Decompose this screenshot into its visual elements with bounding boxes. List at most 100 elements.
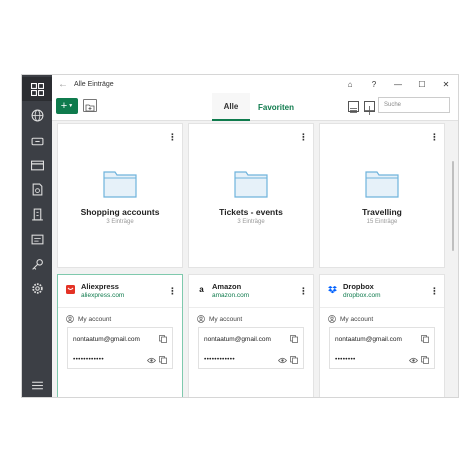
sidebar-item-bank[interactable] — [22, 129, 52, 153]
folder-title: Shopping accounts — [80, 207, 160, 217]
eye-icon[interactable] — [147, 357, 156, 364]
folder-count: 15 Einträge — [366, 219, 398, 225]
copy-icon[interactable] — [290, 356, 298, 364]
eye-icon[interactable] — [409, 357, 418, 364]
username-value: nontaatum@gmail.com — [204, 336, 271, 343]
plus-icon: + — [60, 100, 68, 112]
copy-icon[interactable] — [421, 356, 429, 364]
folder-card[interactable]: ⋮ Tickets - events 3 Einträge — [188, 123, 314, 268]
copy-icon[interactable] — [421, 335, 429, 343]
chevron-down-icon: ▼ — [68, 103, 74, 109]
dropbox-icon — [328, 285, 337, 294]
list-view-button[interactable] — [348, 101, 359, 113]
folder-icon — [365, 171, 399, 198]
entry-card-aliexpress[interactable]: Aliexpress aliexpress.com ⋮ My account n… — [57, 274, 183, 397]
entry-url[interactable]: aliexpress.com — [81, 292, 124, 299]
sidebar-item-overview[interactable] — [22, 77, 52, 101]
more-options-icon[interactable]: ⋮ — [430, 133, 439, 142]
folder-title: Travelling — [362, 207, 402, 217]
copy-icon[interactable] — [159, 335, 167, 343]
account-label: My account — [209, 315, 243, 323]
close-button[interactable]: ✕ — [434, 75, 458, 93]
copy-icon[interactable] — [159, 356, 167, 364]
sidebar-item-passwords[interactable] — [22, 252, 52, 276]
sidebar-item-documents[interactable] — [22, 177, 52, 201]
entry-card-amazon[interactable]: a Amazon amazon.com ⋮ My account nontaat… — [188, 274, 314, 397]
back-arrow-icon[interactable]: ← — [52, 79, 74, 90]
more-options-icon[interactable]: ⋮ — [430, 287, 439, 296]
entry-header: Dropbox dropbox.com ⋮ — [320, 275, 444, 308]
menu-icon — [31, 381, 43, 389]
credentials-box: nontaatum@gmail.com •••••••••••• — [67, 327, 173, 369]
account-row: My account — [328, 315, 373, 323]
window-title: Alle Einträge — [74, 80, 114, 88]
account-row: My account — [66, 315, 111, 323]
password-value: •••••••••••• — [73, 356, 104, 363]
tab-all[interactable]: Alle — [212, 93, 250, 121]
document-icon — [32, 183, 42, 195]
sidebar — [22, 75, 52, 397]
key-icon — [31, 258, 43, 270]
sidebar-item-addresses[interactable] — [22, 202, 52, 226]
entry-url[interactable]: dropbox.com — [343, 292, 381, 299]
folder-count: 3 Einträge — [237, 219, 265, 225]
sidebar-item-cards[interactable] — [22, 153, 52, 177]
entry-url[interactable]: amazon.com — [212, 292, 249, 299]
folder-count: 3 Einträge — [106, 219, 134, 225]
tab-favorites[interactable]: Favoriten — [252, 93, 300, 121]
entries-grid: ⋮ Shopping accounts 3 Einträge ⋮ Tickets… — [52, 121, 458, 397]
folder-title: Tickets - events — [219, 207, 283, 217]
aliexpress-icon — [66, 285, 75, 294]
user-icon — [66, 315, 74, 323]
sidebar-item-settings[interactable] — [22, 276, 52, 300]
folder-card[interactable]: ⋮ Travelling 15 Einträge — [319, 123, 445, 268]
username-value: nontaatum@gmail.com — [73, 336, 140, 343]
sidebar-item-notes[interactable] — [22, 227, 52, 251]
folder-icon — [103, 171, 137, 198]
entry-name: Aliexpress — [81, 282, 119, 291]
eye-icon[interactable] — [278, 357, 287, 364]
user-icon — [197, 315, 205, 323]
sidebar-menu-button[interactable] — [22, 373, 52, 397]
sidebar-item-web[interactable] — [22, 103, 52, 127]
add-entry-button[interactable]: + ▼ — [56, 98, 78, 114]
password-value: •••••••••••• — [204, 356, 235, 363]
entry-header: Aliexpress aliexpress.com ⋮ — [58, 275, 182, 308]
amazon-icon: a — [199, 285, 204, 294]
account-row: My account — [197, 315, 242, 323]
credentials-box: nontaatum@gmail.com •••••••••••• — [198, 327, 304, 369]
bank-card-icon — [31, 137, 43, 145]
scrollbar[interactable] — [452, 161, 454, 251]
entry-card-dropbox[interactable]: Dropbox dropbox.com ⋮ My account nontaat… — [319, 274, 445, 397]
account-label: My account — [78, 315, 112, 323]
building-icon — [31, 208, 43, 220]
password-value: •••••••• — [335, 356, 356, 363]
id-card-icon — [30, 160, 44, 170]
grid-view-button[interactable] — [364, 101, 375, 115]
search-input[interactable]: Suche — [378, 97, 450, 113]
new-folder-icon — [85, 104, 95, 112]
note-icon — [31, 234, 43, 244]
entry-name: Amazon — [212, 282, 242, 291]
grid-view-icon — [365, 106, 374, 115]
more-options-icon[interactable]: ⋮ — [168, 287, 177, 296]
folder-card[interactable]: ⋮ Shopping accounts 3 Einträge — [57, 123, 183, 268]
more-options-icon[interactable]: ⋮ — [299, 287, 308, 296]
overview-icon — [30, 82, 44, 96]
more-options-icon[interactable]: ⋮ — [299, 133, 308, 142]
title-bar: ← Alle Einträge ⌂ ? — ☐ ✕ — [52, 75, 458, 93]
entry-name: Dropbox — [343, 282, 374, 291]
credentials-box: nontaatum@gmail.com •••••••• — [329, 327, 435, 369]
password-manager-window: ← Alle Einträge ⌂ ? — ☐ ✕ + ▼ Alle Favori… — [21, 74, 459, 398]
add-folder-button[interactable] — [83, 99, 97, 112]
account-label: My account — [340, 315, 374, 323]
copy-icon[interactable] — [290, 335, 298, 343]
maximize-button[interactable]: ☐ — [410, 75, 434, 93]
more-options-icon[interactable]: ⋮ — [168, 133, 177, 142]
folder-icon — [234, 171, 268, 198]
toolbar: + ▼ Alle Favoriten Suche — [52, 93, 458, 121]
minimize-button[interactable]: — — [386, 75, 410, 93]
help-icon[interactable]: ? — [362, 75, 386, 93]
username-value: nontaatum@gmail.com — [335, 336, 402, 343]
lock-icon[interactable]: ⌂ — [338, 75, 362, 93]
